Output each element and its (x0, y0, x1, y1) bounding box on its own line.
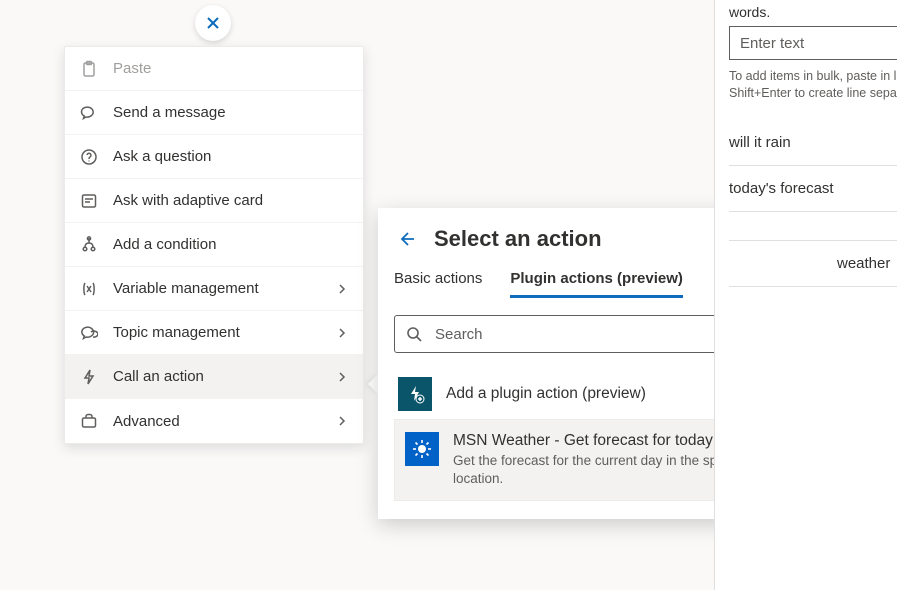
weather-icon (405, 432, 439, 466)
input-placeholder: Enter text (740, 35, 804, 52)
paste-icon (79, 59, 99, 79)
menu-label: Ask a question (113, 148, 211, 165)
chat-icon (79, 103, 99, 123)
variable-icon (79, 279, 99, 299)
tab-plugin-actions[interactable]: Plugin actions (preview) (510, 270, 683, 298)
menu-item-ask-adaptive-card[interactable]: Ask with adaptive card (65, 179, 363, 223)
search-icon (405, 325, 423, 343)
panel-title: Select an action (434, 226, 602, 252)
branch-icon (79, 235, 99, 255)
toolbox-icon (79, 411, 99, 431)
add-node-context-menu: Paste Send a message Ask a question Ask … (64, 46, 364, 444)
add-plugin-action-label: Add a plugin action (preview) (446, 385, 646, 403)
menu-label: Send a message (113, 104, 226, 121)
arrow-left-icon (396, 229, 416, 249)
menu-item-variable-management[interactable]: Variable management (65, 267, 363, 311)
question-icon (79, 147, 99, 167)
trigger-phrase-row[interactable]: weather (729, 240, 897, 287)
node-close-button[interactable] (195, 5, 231, 41)
tab-basic-actions[interactable]: Basic actions (394, 270, 482, 298)
menu-item-send-message[interactable]: Send a message (65, 91, 363, 135)
trigger-phrase-input[interactable]: Enter text (729, 26, 897, 60)
hint-continued: words. (729, 4, 897, 20)
chevron-right-icon (335, 326, 349, 340)
menu-item-ask-question[interactable]: Ask a question (65, 135, 363, 179)
menu-label: Call an action (113, 368, 204, 385)
adaptive-card-icon (79, 191, 99, 211)
chevron-right-icon (335, 414, 349, 428)
menu-label: Topic management (113, 324, 240, 341)
menu-label: Advanced (113, 413, 180, 430)
topic-icon (79, 323, 99, 343)
menu-label: Ask with adaptive card (113, 192, 263, 209)
menu-item-paste: Paste (65, 47, 363, 91)
chevron-right-icon (335, 282, 349, 296)
menu-item-advanced[interactable]: Advanced (65, 399, 363, 443)
trigger-phrase-row[interactable]: today's forecast (729, 166, 897, 212)
menu-label: Add a condition (113, 236, 216, 253)
lightning-icon (79, 367, 99, 387)
trigger-phrase-row[interactable]: will it rain (729, 120, 897, 166)
plugin-add-icon (398, 377, 432, 411)
trigger-phrase-row[interactable] (729, 212, 897, 240)
close-icon (204, 14, 222, 32)
menu-label: Variable management (113, 280, 259, 297)
bulk-hint: To add items in bulk, paste in li Shift+… (729, 68, 897, 102)
back-button[interactable] (394, 227, 418, 251)
flyout-pointer (368, 374, 378, 394)
chevron-right-icon (335, 370, 349, 384)
menu-item-topic-management[interactable]: Topic management (65, 311, 363, 355)
menu-item-call-action[interactable]: Call an action (65, 355, 363, 399)
menu-item-add-condition[interactable]: Add a condition (65, 223, 363, 267)
menu-label: Paste (113, 60, 151, 77)
trigger-phrases-panel: words. Enter text To add items in bulk, … (714, 0, 897, 590)
